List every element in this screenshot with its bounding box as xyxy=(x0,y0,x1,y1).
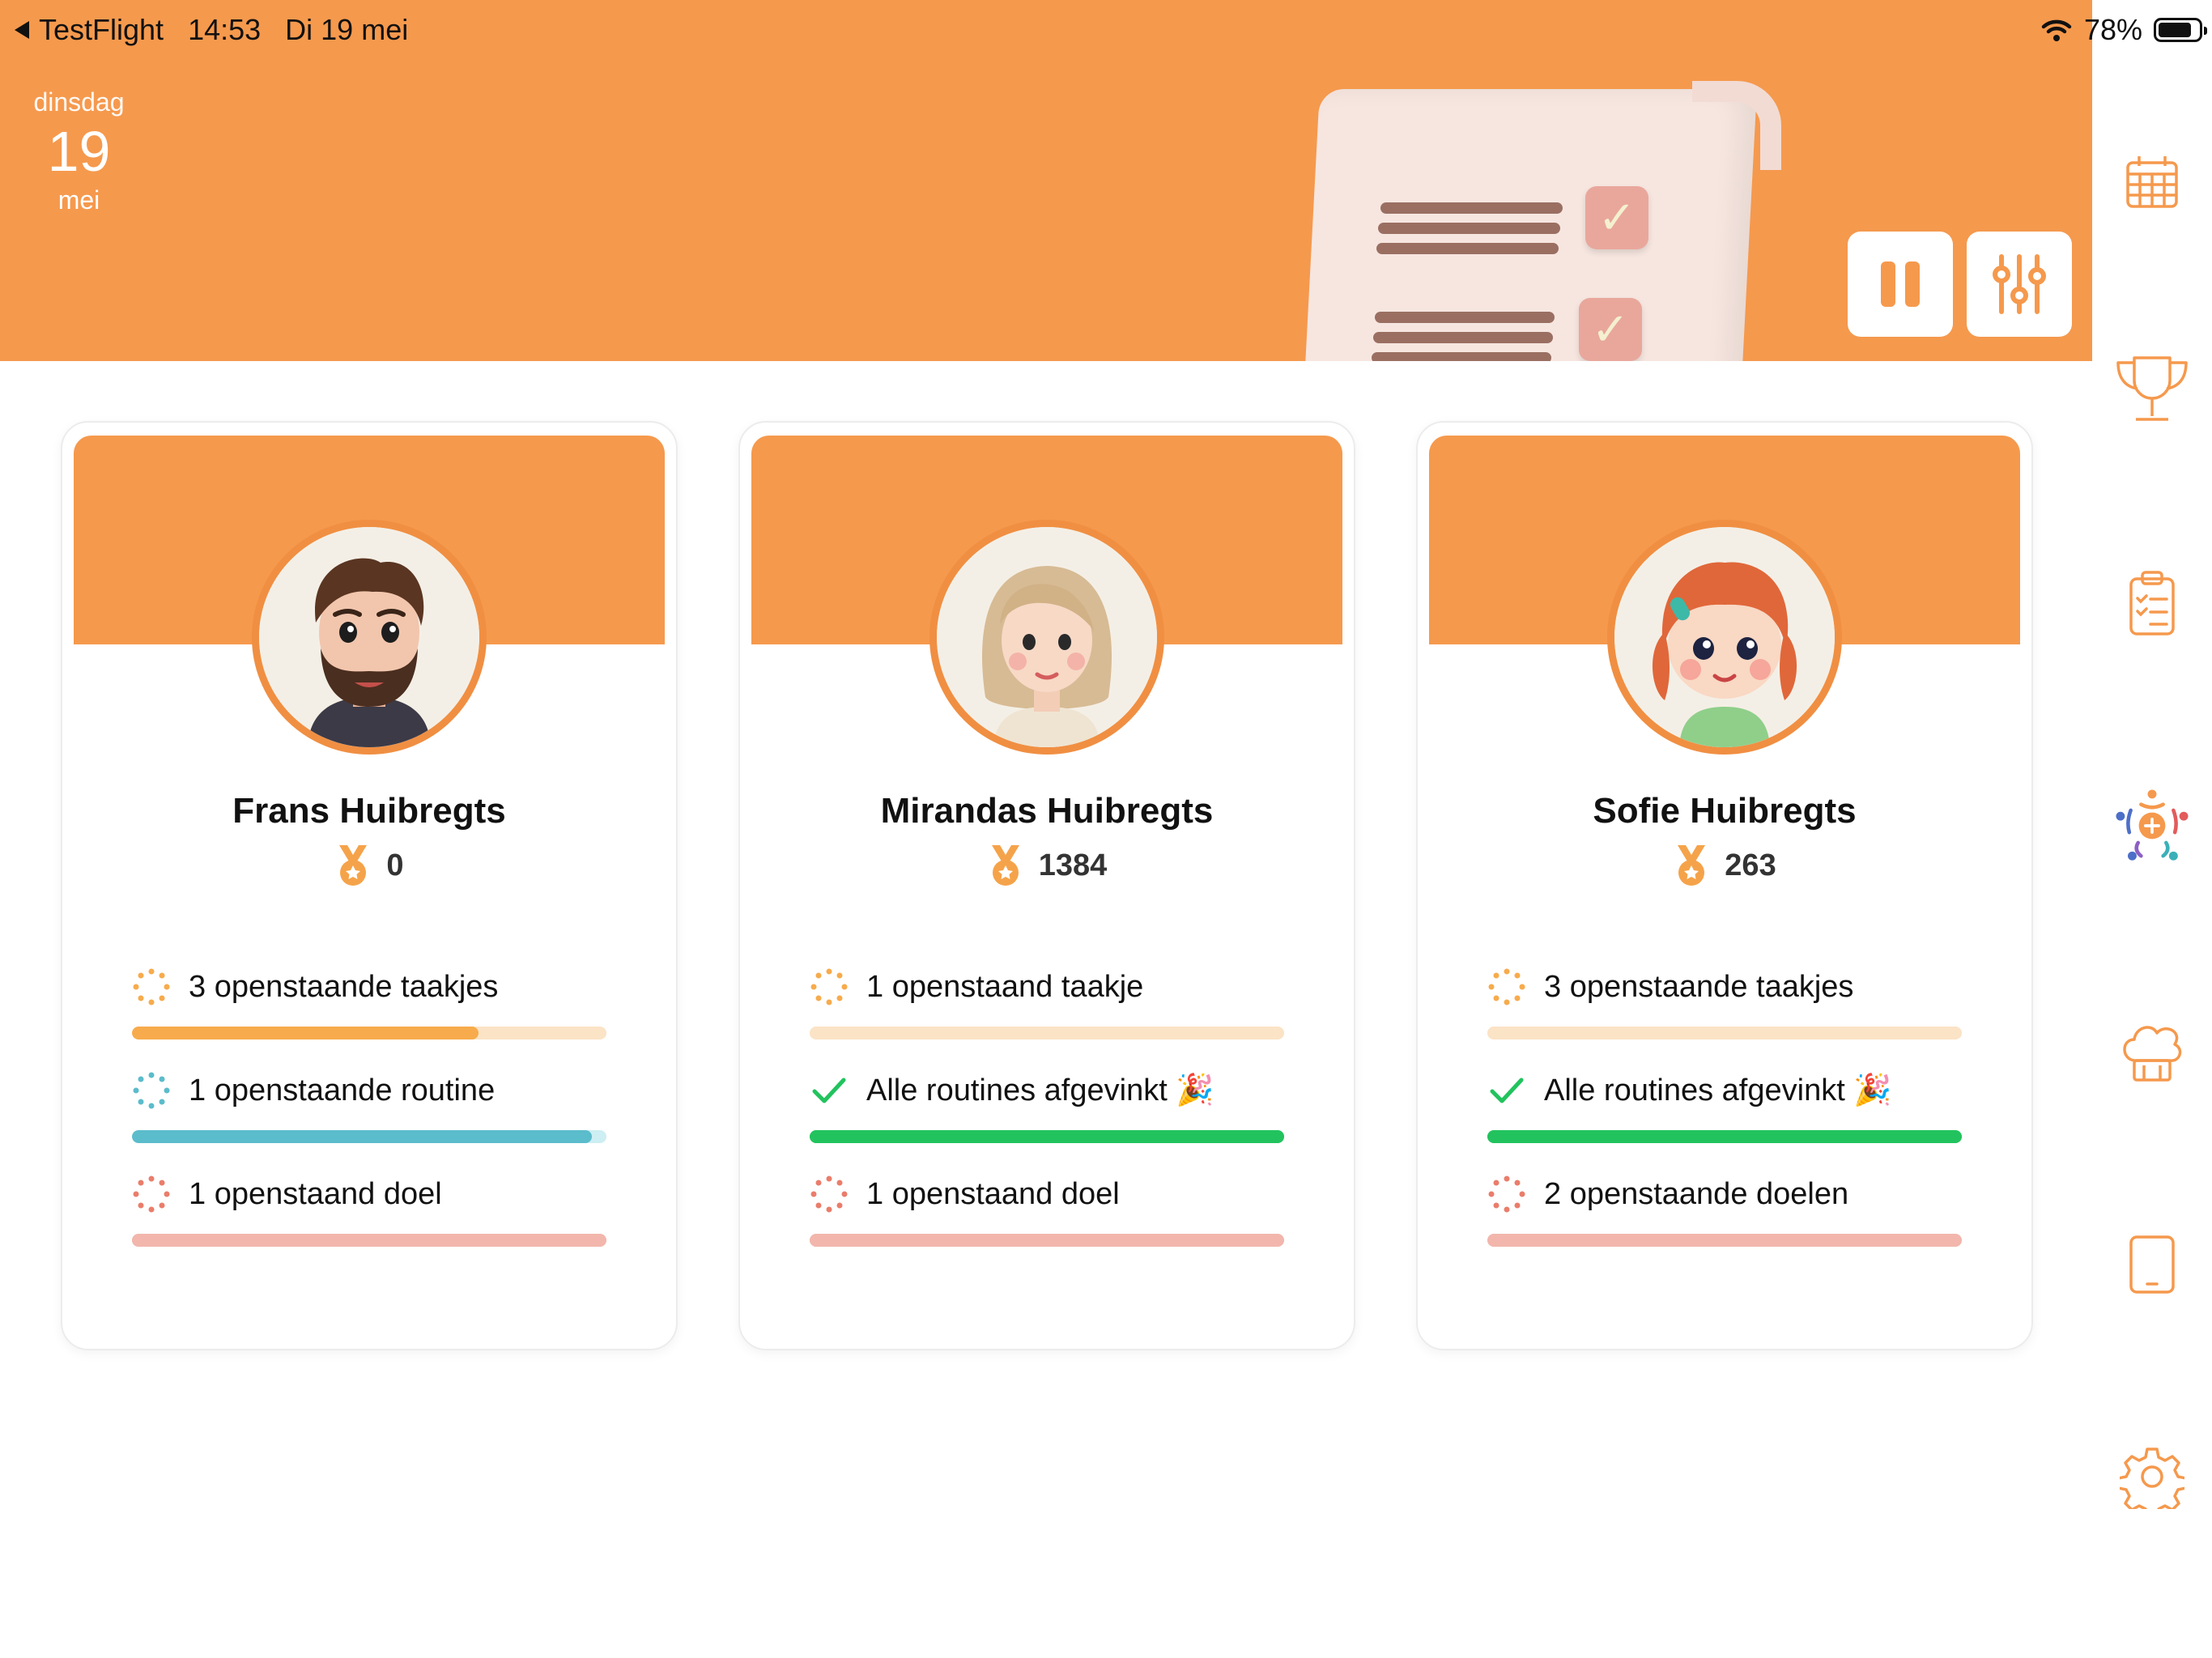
goals-row[interactable]: 1 openstaand doel xyxy=(132,1175,606,1213)
goals-progress-bar xyxy=(810,1234,1284,1247)
member-card-mirandas[interactable]: Mirandas Huibregts 1384 1 openstaand taa… xyxy=(738,421,1355,1350)
sidebar-item-settings[interactable] xyxy=(2112,1436,2193,1517)
sidebar-item-tasks[interactable] xyxy=(2112,563,2193,644)
back-label: TestFlight xyxy=(39,13,164,46)
routines-progress-bar xyxy=(810,1130,1284,1143)
points-display: 1384 xyxy=(740,844,1354,887)
points-value: 263 xyxy=(1725,848,1776,882)
routines-label: 1 openstaande routine xyxy=(189,1073,496,1107)
sidebar-item-recipes[interactable] xyxy=(2112,1012,2193,1093)
status-time: 14:53 xyxy=(188,13,262,46)
tasks-label: 3 openstaande taakjes xyxy=(1544,969,1854,1004)
routines-spinner-icon xyxy=(133,1072,170,1109)
avatar xyxy=(252,520,487,755)
chef-hat-icon xyxy=(2123,1026,2182,1082)
routines-progress-bar xyxy=(132,1130,606,1143)
goals-label: 2 openstaande doelen xyxy=(1544,1176,1849,1211)
tasks-spinner-icon xyxy=(133,968,170,1005)
tablet-icon xyxy=(2129,1235,2175,1294)
sidebar xyxy=(2092,0,2212,1658)
avatar xyxy=(1607,520,1842,755)
goals-spinner-icon xyxy=(810,1175,848,1213)
family-icon xyxy=(2116,789,2189,861)
tasks-row[interactable]: 3 openstaande taakjes xyxy=(132,968,606,1005)
pause-icon xyxy=(1881,261,1920,307)
tasks-label: 1 openstaand taakje xyxy=(866,969,1144,1004)
tasks-progress-bar xyxy=(810,1027,1284,1039)
battery-icon xyxy=(2154,18,2207,42)
routines-progress-bar xyxy=(1487,1130,1962,1143)
member-card-frans[interactable]: Frans Huibregts 0 3 openstaande taakjes … xyxy=(61,421,678,1350)
calendar-icon xyxy=(2126,156,2178,208)
gear-icon xyxy=(2120,1448,2184,1509)
sidebar-item-calendar[interactable] xyxy=(2112,142,2193,223)
avatar xyxy=(929,520,1164,755)
tasks-label: 3 openstaande taakjes xyxy=(189,969,499,1004)
sidebar-item-rewards[interactable] xyxy=(2112,350,2193,431)
points-value: 0 xyxy=(386,848,404,882)
pause-button[interactable] xyxy=(1848,232,1953,337)
medal-icon xyxy=(339,845,368,886)
points-value: 1384 xyxy=(1038,848,1108,882)
routines-row[interactable]: 1 openstaande routine xyxy=(132,1072,606,1109)
day-number: 19 xyxy=(47,120,111,183)
goals-row[interactable]: 2 openstaande doelen xyxy=(1487,1175,1962,1213)
member-card-sofie[interactable]: Sofie Huibregts 263 3 openstaande taakje… xyxy=(1416,421,2033,1350)
member-name: Mirandas Huibregts xyxy=(880,791,1214,831)
sidebar-item-family[interactable] xyxy=(2112,785,2193,866)
points-display: 0 xyxy=(62,844,676,887)
trophy-icon xyxy=(2116,356,2188,421)
weekday-label: dinsdag xyxy=(33,87,125,117)
goals-progress-bar xyxy=(132,1234,606,1247)
battery-percentage: 78% xyxy=(2083,13,2142,46)
tasks-spinner-icon xyxy=(1488,968,1525,1005)
back-arrow-icon xyxy=(15,21,29,39)
tasks-progress-bar xyxy=(1487,1027,1962,1039)
checkmark-icon xyxy=(812,1078,846,1103)
wifi-icon xyxy=(2041,19,2072,41)
status-date: Di 19 mei xyxy=(285,13,409,46)
status-bar: TestFlight 14:53 Di 19 mei 78% xyxy=(0,0,2212,63)
tasks-spinner-icon xyxy=(810,968,848,1005)
sliders-icon xyxy=(1993,254,2046,314)
medal-icon xyxy=(991,845,1019,886)
month-label: mei xyxy=(57,185,100,215)
routines-label: Alle routines afgevinkt 🎉 xyxy=(866,1073,1214,1107)
goals-label: 1 openstaand doel xyxy=(189,1176,442,1211)
routines-row[interactable]: Alle routines afgevinkt 🎉 xyxy=(810,1072,1284,1109)
member-name: Frans Huibregts xyxy=(232,791,506,831)
goals-label: 1 openstaand doel xyxy=(866,1176,1120,1211)
goals-row[interactable]: 1 openstaand doel xyxy=(810,1175,1284,1213)
clipboard-icon xyxy=(2129,571,2175,636)
routines-label: Alle routines afgevinkt 🎉 xyxy=(1544,1073,1892,1107)
goals-progress-bar xyxy=(1487,1234,1962,1247)
date-display: dinsdag 19 mei xyxy=(24,87,134,215)
sidebar-item-device[interactable] xyxy=(2112,1224,2193,1305)
back-to-testflight-link[interactable]: TestFlight xyxy=(13,13,164,47)
goals-spinner-icon xyxy=(1488,1175,1525,1213)
goals-spinner-icon xyxy=(133,1175,170,1213)
filter-settings-button[interactable] xyxy=(1967,232,2072,337)
tasks-row[interactable]: 1 openstaand taakje xyxy=(810,968,1284,1005)
routines-row[interactable]: Alle routines afgevinkt 🎉 xyxy=(1487,1072,1962,1109)
points-display: 263 xyxy=(1418,844,2031,887)
checkmark-icon xyxy=(1490,1078,1524,1103)
tasks-progress-bar xyxy=(132,1027,606,1039)
medal-icon xyxy=(1678,845,1706,886)
tasks-row[interactable]: 3 openstaande taakjes xyxy=(1487,968,1962,1005)
member-name: Sofie Huibregts xyxy=(1593,791,1857,831)
